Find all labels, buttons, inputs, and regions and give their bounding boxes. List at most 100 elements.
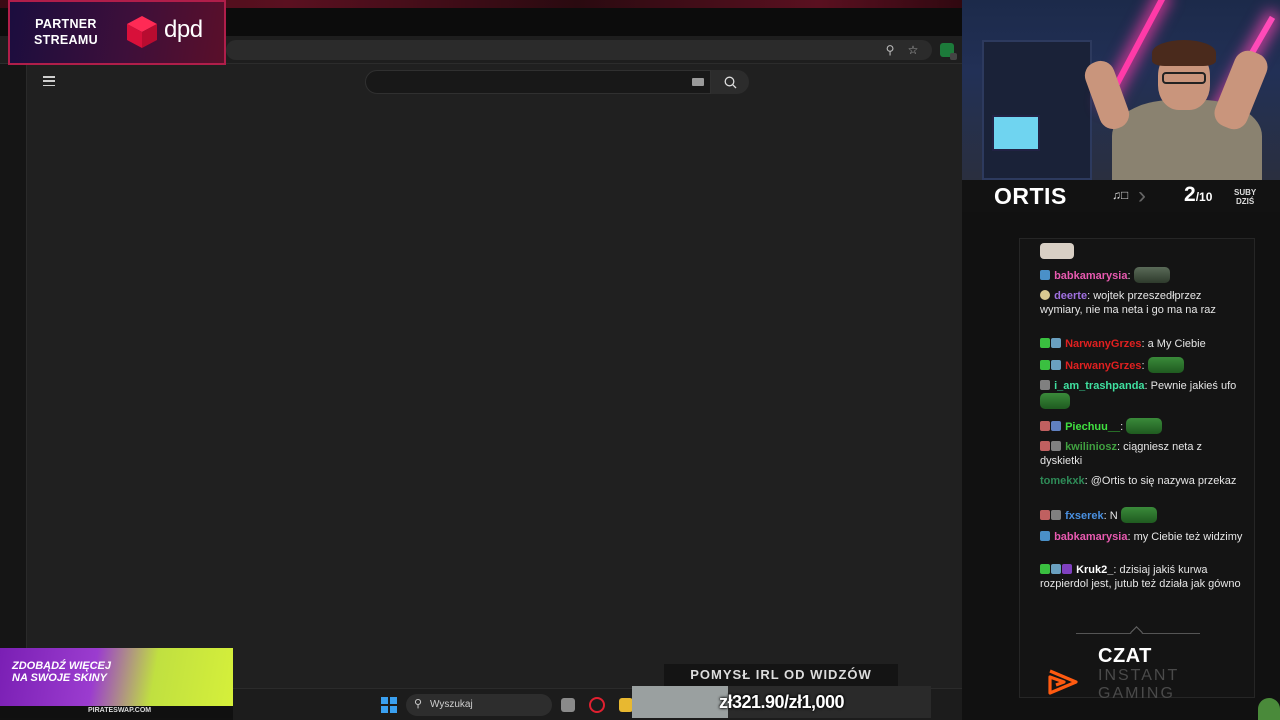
chat-footer-brand-2: GAMING <box>1098 685 1175 702</box>
ad-line-2: NA SWOJE SKINY <box>12 672 107 684</box>
streamer-name: ORTIS <box>994 183 1067 209</box>
search-icon: ⚲ <box>414 698 423 710</box>
emote <box>1120 507 1157 523</box>
chat-message: tomekxk: @Ortis to się nazywa przekaz <box>1040 475 1237 487</box>
subs-label: SUBY DZIŚ <box>1234 188 1256 206</box>
dpd-logo-text: dpd <box>164 16 203 43</box>
partner-line-2: STREAMU <box>34 33 98 47</box>
chat-message: Kruk2_: dzisiaj jakiś kurwa rozpierdol j… <box>1040 564 1241 590</box>
chat-message: fxserek: N <box>1040 507 1244 523</box>
emote <box>1040 243 1074 259</box>
chat-message: Piechuu__: <box>1040 418 1244 434</box>
chevron-right-icon: › <box>1138 182 1146 209</box>
search-icon <box>724 76 736 88</box>
badge-icon <box>1051 338 1061 348</box>
task-view-icon[interactable] <box>561 698 575 712</box>
badge-icon <box>1051 421 1061 431</box>
chat-username: deerte <box>1054 290 1088 302</box>
badge-icon <box>1040 564 1050 574</box>
search-button[interactable] <box>711 70 749 94</box>
shield-extension-icon[interactable] <box>940 43 957 60</box>
chat-text: my Ciebie też widzimy <box>1133 531 1243 543</box>
badge-icon <box>1040 531 1050 541</box>
hamburger-icon[interactable] <box>43 76 55 87</box>
ad-headline: ZDOBĄDŹ WIĘCEJ NA SWOJE SKINY <box>12 660 111 684</box>
badge-icon <box>1040 338 1050 348</box>
ad-url: PIRATESWAP.COM <box>88 707 152 714</box>
taskbar-search-label: Wyszukaj <box>430 699 473 710</box>
badge-icon <box>1040 270 1050 280</box>
webcam-feed <box>962 0 1280 180</box>
subs-label-2: DZIŚ <box>1236 197 1255 206</box>
chat-username: tomekxk <box>1040 475 1085 487</box>
opera-browser-icon[interactable] <box>589 697 605 713</box>
donation-goal-title: POMYSŁ IRL OD WIDZÓW <box>664 664 898 686</box>
chat-footer-title: CZAT <box>1098 645 1152 667</box>
chat-message: NarwanyGrzes: a My Ciebie <box>1040 337 1244 351</box>
donation-amount: zł321.90/zł1,000 <box>718 692 845 712</box>
chat-username: Kruk2_ <box>1076 564 1114 576</box>
taskbar-search-input[interactable]: ⚲ Wyszukaj <box>406 694 552 716</box>
partner-overlay: PARTNER STREAMU dpd <box>8 0 226 65</box>
emote <box>1147 357 1184 373</box>
corner-emote <box>1258 698 1280 720</box>
partner-line-1: PARTNER <box>35 17 97 31</box>
chat-text: Pewnie jakieś ufo <box>1150 380 1237 392</box>
zoom-icon[interactable]: ⚲ <box>880 40 900 60</box>
instant-gaming-logo-icon <box>1048 669 1078 695</box>
donation-progress-bar: zł321.90/zł1,000 <box>632 686 931 718</box>
chat-footer-brand: INSTANT GAMING <box>1098 667 1179 703</box>
browser-left-gutter <box>0 64 26 688</box>
emote <box>1040 393 1070 409</box>
chat-message: babkamarysia: <box>1040 267 1244 283</box>
tiktok-icon: ♫□ <box>1112 188 1129 202</box>
chat-text: a My Ciebie <box>1147 338 1206 350</box>
badge-icon <box>1051 441 1061 451</box>
badge-icon <box>1040 380 1050 390</box>
chat-text: N <box>1109 510 1118 522</box>
badge-icon <box>1040 510 1050 520</box>
emote <box>1126 418 1163 434</box>
chat-message: kwiliniosz: ciągniesz neta z dyskietki <box>1040 441 1203 467</box>
windows-start-icon[interactable] <box>381 697 397 713</box>
streamer-name-bar: ORTIS ♫□ › 2/10 SUBY DZIŚ <box>962 180 1280 212</box>
subs-count: 2 <box>1184 183 1196 206</box>
star-icon[interactable]: ☆ <box>903 40 923 60</box>
keyboard-icon[interactable] <box>692 78 704 86</box>
chat-username: babkamarysia <box>1054 270 1128 282</box>
sponsor-ad-banner: ZDOBĄDŹ WIĘCEJ NA SWOJE SKINY PIRATESWAP… <box>0 648 233 718</box>
search-input[interactable] <box>365 70 711 94</box>
badge-icon <box>1040 441 1050 451</box>
badge-icon <box>1051 564 1061 574</box>
ad-footer: PIRATESWAP.COM <box>0 706 233 718</box>
webpage-content <box>26 64 962 688</box>
badge-icon <box>1051 360 1061 370</box>
ad-line-1: ZDOBĄDŹ WIĘCEJ <box>12 660 111 672</box>
chat-text: @Ortis to się nazywa przekaz <box>1090 475 1237 487</box>
badge-icon <box>1062 564 1072 574</box>
chat-username: NarwanyGrzes <box>1065 360 1142 372</box>
subs-label-1: SUBY <box>1234 188 1257 197</box>
chat-panel: babkamarysia: deerte: wojtek przeszedłpr… <box>1019 238 1255 702</box>
badge-icon <box>1040 290 1050 300</box>
emote <box>1133 267 1170 283</box>
file-explorer-icon[interactable] <box>619 698 633 712</box>
chat-username: i_am_trashpanda <box>1054 380 1145 392</box>
badge-icon <box>1040 360 1050 370</box>
chat-username: kwiliniosz <box>1065 441 1118 453</box>
subs-counter: 2/10 <box>1184 183 1212 207</box>
chat-message: babkamarysia: my Ciebie też widzimy <box>1040 530 1244 544</box>
dpd-cube-icon <box>127 16 157 48</box>
partner-label: PARTNER STREAMU <box>34 16 98 48</box>
badge-icon <box>1040 421 1050 431</box>
subs-total: /10 <box>1195 190 1213 204</box>
badge-icon <box>1051 510 1061 520</box>
chat-footer-brand-1: INSTANT <box>1098 667 1180 684</box>
chat-username: fxserek <box>1065 510 1104 522</box>
chat-username: babkamarysia <box>1054 531 1128 543</box>
chat-username: Piechuu__ <box>1065 421 1121 433</box>
url-field[interactable] <box>226 40 932 60</box>
chat-message: NarwanyGrzes: <box>1040 357 1244 373</box>
chat-message: i_am_trashpanda: Pewnie jakieś ufo <box>1040 379 1244 409</box>
chat-username: NarwanyGrzes <box>1065 338 1142 350</box>
